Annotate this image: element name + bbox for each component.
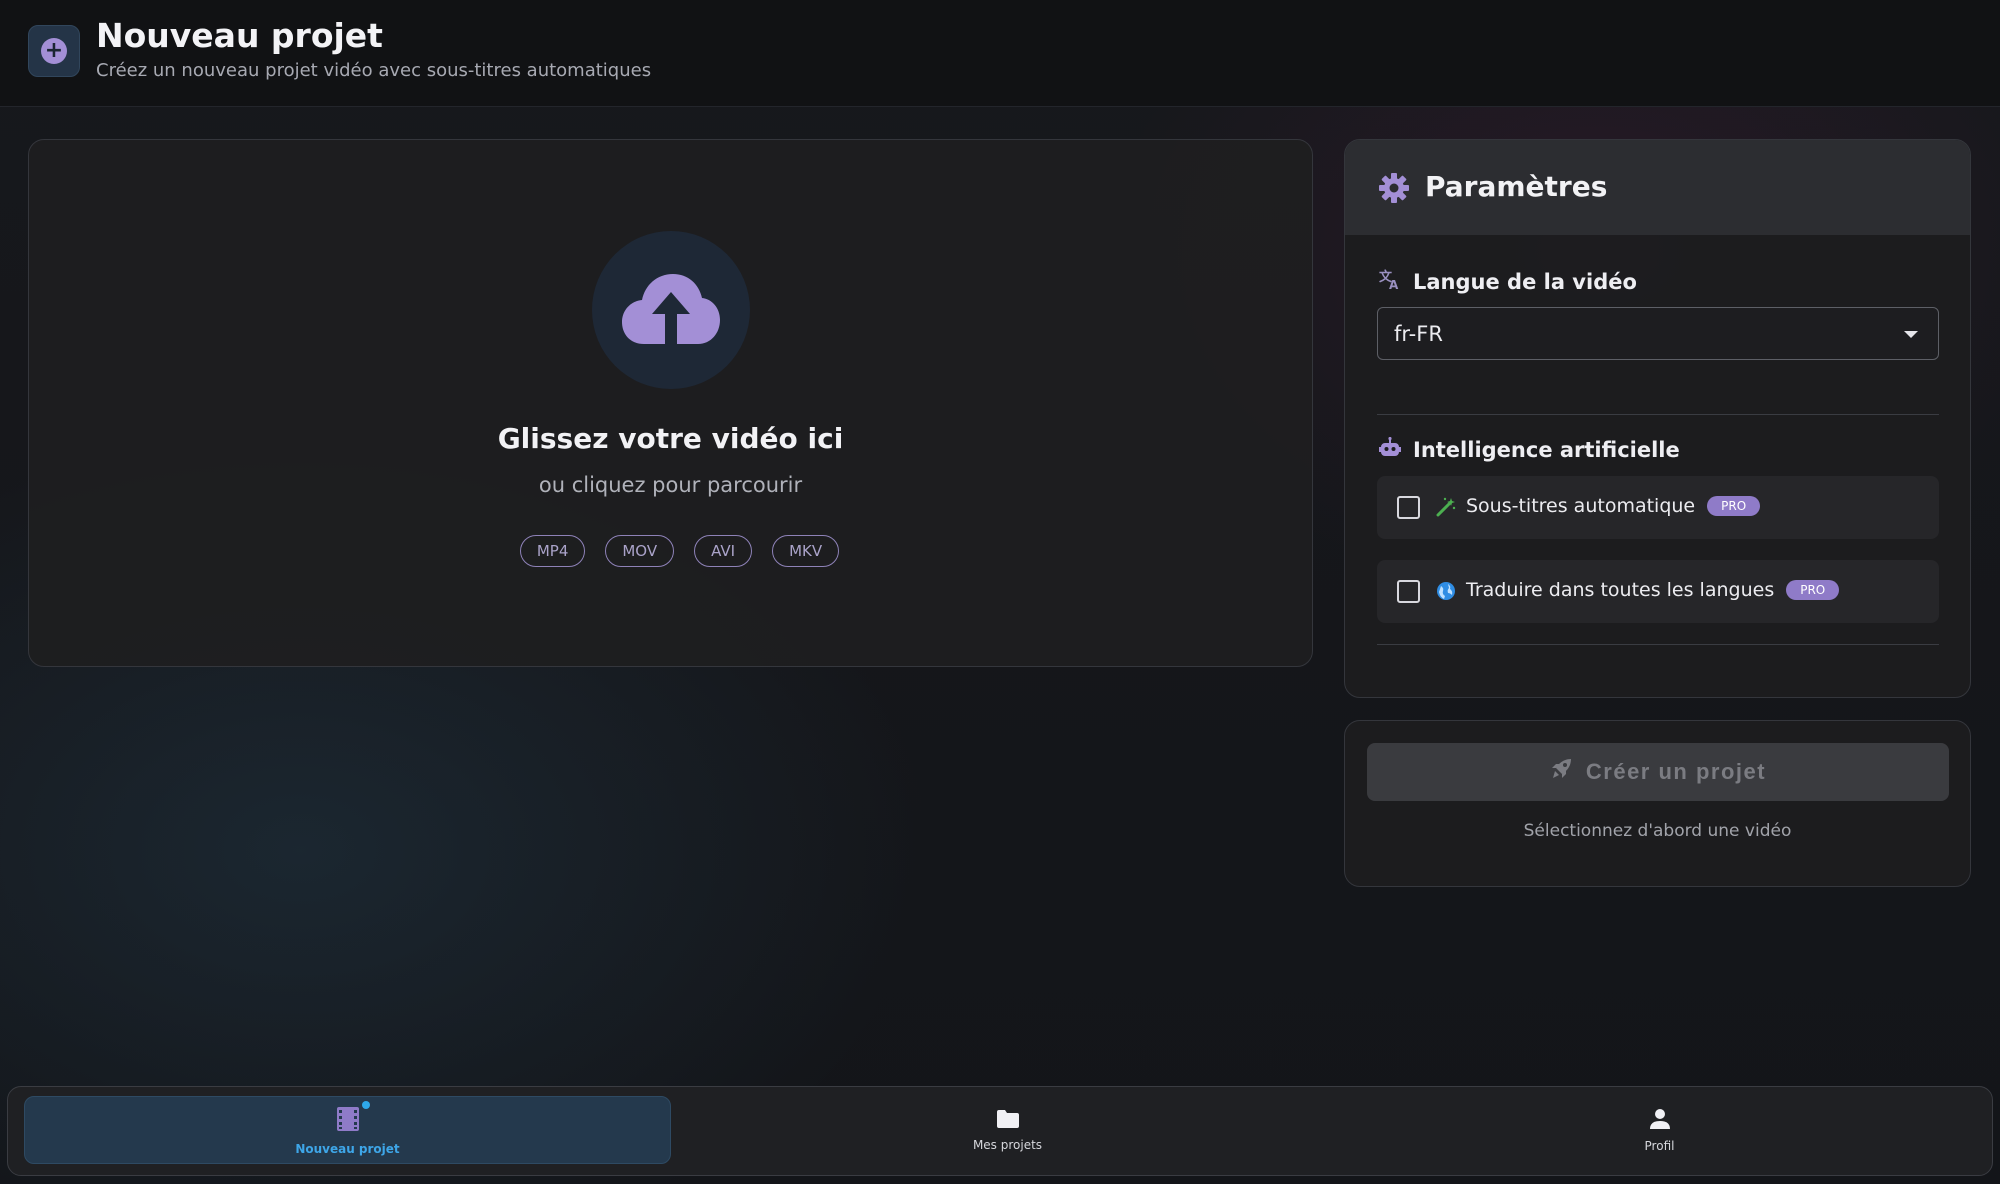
option-auto-subtitles[interactable]: Sous-titres automatique PRO xyxy=(1377,476,1939,539)
cloud-upload-icon xyxy=(592,231,750,389)
translate-all-checkbox[interactable] xyxy=(1397,580,1420,603)
settings-header: Paramètres xyxy=(1345,140,1970,235)
gear-icon xyxy=(1379,173,1409,207)
pro-badge: PRO xyxy=(1707,496,1761,516)
nav-label-profile: Profil xyxy=(1644,1138,1675,1153)
dropzone-title: Glissez votre vidéo ici xyxy=(497,422,844,455)
magic-wand-icon xyxy=(1436,497,1456,521)
rocket-icon xyxy=(1550,758,1572,786)
nav-label-my-projects: Mes projets xyxy=(972,1137,1043,1152)
ai-label: Intelligence artificielle xyxy=(1413,437,1680,462)
robot-icon xyxy=(1379,436,1401,462)
nav-label-new-project: Nouveau projet xyxy=(295,1141,400,1156)
page-header: + Nouveau projet Créez un nouveau projet… xyxy=(0,0,2000,107)
auto-subtitles-label: Sous-titres automatique xyxy=(1466,495,1696,517)
create-project-button[interactable]: Créer un projet xyxy=(1367,743,1949,801)
pro-badge: PRO xyxy=(1786,580,1840,600)
nav-item-my-projects[interactable]: Mes projets xyxy=(684,1096,1331,1164)
svg-text:A: A xyxy=(1389,278,1399,290)
divider xyxy=(1377,644,1939,645)
notification-dot xyxy=(361,1100,370,1109)
page-title: Nouveau projet xyxy=(96,16,383,55)
divider xyxy=(1377,414,1939,415)
page-subtitle: Créez un nouveau projet vidéo avec sous-… xyxy=(96,60,652,81)
create-hint: Sélectionnez d'abord une vidéo xyxy=(1523,821,1792,841)
settings-title: Paramètres xyxy=(1425,170,1608,203)
bottom-nav: Nouveau projet Mes projets Profil xyxy=(7,1086,1993,1176)
format-chip-mp4: MP4 xyxy=(519,535,586,567)
film-icon xyxy=(336,1100,370,1136)
translate-icon: 文 A xyxy=(1379,268,1401,295)
chevron-down-icon xyxy=(1904,331,1918,338)
format-chip-avi: AVI xyxy=(694,535,753,567)
option-translate-all[interactable]: Traduire dans toutes les langues PRO xyxy=(1377,560,1939,623)
auto-subtitles-checkbox[interactable] xyxy=(1397,496,1420,519)
globe-icon xyxy=(1436,581,1456,605)
person-icon xyxy=(1649,1108,1671,1133)
ai-section-label: Intelligence artificielle xyxy=(1379,436,1680,462)
create-project-label: Créer un projet xyxy=(1585,759,1767,784)
format-chip-mkv: MKV xyxy=(772,535,840,567)
language-select-value: fr-FR xyxy=(1394,322,1443,346)
language-label: Langue de la vidéo xyxy=(1413,269,1637,294)
nav-item-new-project[interactable]: Nouveau projet xyxy=(24,1096,671,1164)
settings-panel: Paramètres 文 A Langue de la vidéo fr-FR xyxy=(1344,139,1971,698)
plus-circle-icon: + xyxy=(28,25,80,77)
folder-icon xyxy=(996,1109,1020,1132)
translate-all-label: Traduire dans toutes les langues xyxy=(1466,579,1775,601)
dropzone-subtitle: ou cliquez pour parcourir xyxy=(538,473,803,497)
video-dropzone[interactable]: Glissez votre vidéo ici ou cliquez pour … xyxy=(28,139,1313,667)
language-section-label: 文 A Langue de la vidéo xyxy=(1379,268,1637,295)
create-panel: Créer un projet Sélectionnez d'abord une… xyxy=(1344,720,1971,887)
format-list: MP4 MOV AVI MKV xyxy=(29,535,1312,567)
nav-item-profile[interactable]: Profil xyxy=(1336,1096,1983,1164)
format-chip-mov: MOV xyxy=(605,535,675,567)
language-select[interactable]: fr-FR xyxy=(1377,307,1939,360)
